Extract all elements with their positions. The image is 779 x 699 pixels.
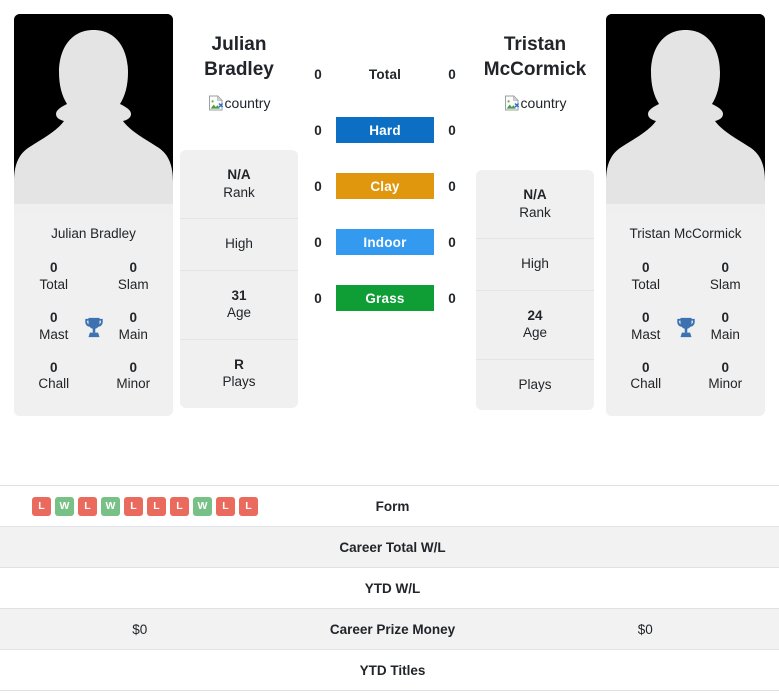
surface-badge-grass: Grass — [336, 285, 434, 311]
table-row: YTD W/L — [0, 568, 779, 609]
surface-row-grass: 0 Grass 0 — [300, 284, 470, 312]
broken-image-icon — [504, 95, 520, 111]
country-alt-text-right: country — [520, 95, 567, 112]
table-row-label: Form — [375, 498, 410, 514]
title-stat-chall: 0 Chall — [630, 359, 662, 392]
info-row-high: High — [180, 219, 298, 271]
broken-image-icon — [208, 95, 224, 111]
info-row-plays: Plays — [518, 376, 552, 392]
player-photo-card-left: Julian Bradley 0 Total 0 Slam 0 Mast 0 M… — [14, 14, 173, 417]
title-stat-main: 0 Main — [710, 309, 740, 342]
form-chip-loss[interactable]: L — [170, 496, 189, 516]
player-name-right: Tristan McCormick — [606, 214, 765, 251]
titles-row: 0 Mast 0 Main — [606, 303, 765, 353]
player-first-name-right: Tristan — [503, 34, 567, 55]
surface-row-clay: 0 Clay 0 — [300, 172, 470, 200]
table-row-label: YTD Titles — [359, 662, 426, 678]
form-chip-loss[interactable]: L — [239, 496, 258, 516]
titles-row: 0 Total 0 Slam — [14, 253, 173, 303]
table-row: YTD Titles — [0, 650, 779, 691]
titles-row: 0 Chall 0 Minor — [606, 353, 765, 403]
trophy-icon — [675, 316, 697, 340]
surface-value-left: 0 — [314, 178, 322, 194]
titles-row: 0 Mast 0 Main — [14, 303, 173, 353]
titles-grid-right: 0 Total 0 Slam 0 Mast 0 Main 0 Chall 0 M… — [606, 251, 765, 417]
title-stat-minor: 0 Minor — [116, 359, 151, 392]
form-chip-win[interactable]: W — [101, 496, 120, 516]
surface-value-right: 0 — [448, 234, 456, 250]
info-row-age: 31 Age — [180, 271, 298, 340]
surface-value-left: 0 — [314, 234, 322, 250]
player-first-name-left: Julian — [211, 34, 267, 55]
country-flag-right: country — [504, 94, 567, 112]
trophy-icon — [83, 316, 105, 340]
form-chip-loss[interactable]: L — [124, 496, 143, 516]
form-chip-win[interactable]: W — [193, 496, 212, 516]
surface-value-left: 0 — [314, 122, 322, 138]
table-row: L W L W L L L W L L Form — [0, 486, 779, 527]
player-heading-right[interactable]: Tristan McCormick country — [470, 33, 600, 119]
surface-value-right: 0 — [448, 66, 456, 82]
title-stat-minor: 0 Minor — [708, 359, 743, 392]
country-alt-text-left: country — [224, 95, 271, 112]
table-cell-left: $0 — [132, 621, 148, 637]
title-stat-total: 0 Total — [631, 260, 661, 292]
player-info-panel-left: N/A Rank High 31 Age R Plays — [180, 150, 298, 408]
surface-row-hard: 0 Hard 0 — [300, 116, 470, 144]
table-row-label: Career Prize Money — [329, 621, 456, 637]
surface-badge-indoor: Indoor — [336, 229, 434, 255]
title-stat-slam: 0 Slam — [117, 260, 149, 292]
surface-badge-hard: Hard — [336, 117, 434, 143]
title-stat-chall: 0 Chall — [38, 359, 70, 392]
player-heading-left[interactable]: Julian Bradley country — [174, 33, 304, 119]
surface-badge-clay: Clay — [336, 173, 434, 199]
player-name-left: Julian Bradley — [14, 214, 173, 251]
form-chip-loss[interactable]: L — [32, 496, 51, 516]
surface-value-right: 0 — [448, 178, 456, 194]
stats-comparison-table: L W L W L L L W L L Form Career Total W/L YTD W/L $0 C… — [0, 485, 779, 691]
surface-row-total: 0 Total 0 — [300, 60, 470, 88]
titles-grid-left: 0 Total 0 Slam 0 Mast 0 Main 0 Chall 0 M… — [14, 251, 173, 417]
surface-value-left: 0 — [314, 66, 322, 82]
table-row-label: Career Total W/L — [339, 539, 446, 555]
table-row-label: YTD W/L — [364, 580, 421, 596]
surface-value-right: 0 — [448, 122, 456, 138]
form-chip-win[interactable]: W — [55, 496, 74, 516]
surface-value-left: 0 — [314, 290, 322, 306]
titles-row: 0 Chall 0 Minor — [14, 353, 173, 403]
table-cell-right: $0 — [637, 621, 653, 637]
surface-value-right: 0 — [448, 290, 456, 306]
surface-badge-total: Total — [368, 66, 402, 82]
info-row-high: High — [476, 239, 594, 291]
player-comparison-header: Julian Bradley 0 Total 0 Slam 0 Mast 0 M… — [0, 0, 779, 480]
player-info-panel-right: N/A Rank High 24 Age Plays — [476, 170, 594, 411]
player-last-name-left: Bradley — [204, 58, 274, 80]
title-stat-total: 0 Total — [39, 260, 69, 292]
info-row-rank: N/A Rank — [476, 170, 594, 240]
info-row-plays: R Plays — [222, 356, 256, 390]
player-last-name-right: McCormick — [483, 58, 587, 80]
table-row: $0 Career Prize Money $0 — [0, 609, 779, 650]
title-stat-main: 0 Main — [118, 309, 148, 342]
surface-row-indoor: 0 Indoor 0 — [300, 228, 470, 256]
info-row-rank: N/A Rank — [180, 150, 298, 220]
country-flag-left: country — [208, 94, 271, 112]
avatar-right — [606, 14, 765, 214]
titles-row: 0 Total 0 Slam — [606, 253, 765, 303]
table-cell-left: LWLWLLLWLL — [0, 496, 274, 516]
table-row: Career Total W/L — [0, 527, 779, 568]
avatar-left — [14, 14, 173, 214]
info-row-age: 24 Age — [476, 291, 594, 360]
surface-breakdown: 0 Total 0 0 Hard 0 0 Clay 0 0 Indoor 0 0 Grass 0 — [300, 60, 470, 312]
form-chip-loss[interactable]: L — [216, 496, 235, 516]
title-stat-slam: 0 Slam — [709, 260, 741, 292]
form-chip-loss[interactable]: L — [78, 496, 97, 516]
form-strip: LWLWLLLWLL — [28, 496, 274, 516]
form-chip-loss[interactable]: L — [147, 496, 166, 516]
player-photo-card-right: Tristan McCormick 0 Total 0 Slam 0 Mast — [606, 14, 765, 417]
